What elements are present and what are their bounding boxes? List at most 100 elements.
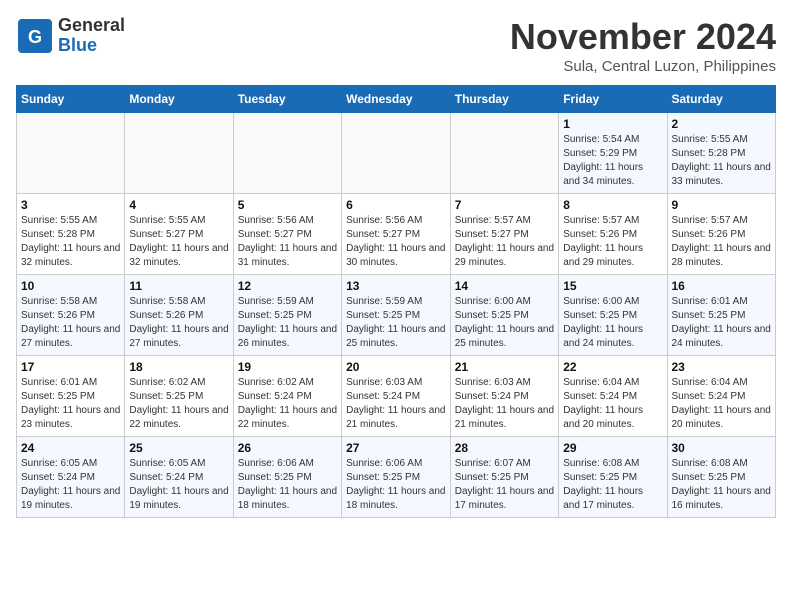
- day-number: 18: [129, 360, 228, 374]
- day-number: 2: [672, 117, 772, 131]
- calendar-cell: 26 Sunrise: 6:06 AM Sunset: 5:25 PM Dayli…: [233, 437, 341, 518]
- day-number: 30: [672, 441, 772, 455]
- logo-text-general: General: [58, 16, 125, 36]
- logo-text-blue: Blue: [58, 36, 125, 56]
- day-info: Sunrise: 6:04 AM Sunset: 5:24 PM Dayligh…: [672, 376, 772, 432]
- logo-icon: G: [16, 17, 54, 55]
- calendar-cell: 10Sunrise: 5:58 AM Sunset: 5:26 PM Dayli…: [17, 275, 125, 356]
- calendar-cell: 30 Sunrise: 6:08 AM Sunset: 5:25 PM Dayli…: [667, 437, 776, 518]
- weekday-header: Monday: [125, 86, 233, 113]
- weekday-header: Saturday: [667, 86, 776, 113]
- calendar-cell: 15 Sunrise: 6:00 AM Sunset: 5:25 PM Dayli…: [559, 275, 667, 356]
- calendar-cell: 6 Sunrise: 5:56 AM Sunset: 5:27 PM Daylig…: [342, 194, 451, 275]
- day-info: Sunrise: 5:59 AM Sunset: 5:25 PM Dayligh…: [238, 295, 337, 351]
- calendar-cell: 22 Sunrise: 6:04 AM Sunset: 5:24 PM Dayli…: [559, 356, 667, 437]
- calendar-cell: 18 Sunrise: 6:02 AM Sunset: 5:25 PM Dayli…: [125, 356, 233, 437]
- day-info: Sunrise: 5:55 AM Sunset: 5:28 PM Dayligh…: [672, 133, 772, 189]
- day-info: Sunrise: 6:00 AM Sunset: 5:25 PM Dayligh…: [563, 295, 662, 351]
- day-info: Sunrise: 6:05 AM Sunset: 5:24 PM Dayligh…: [129, 457, 228, 513]
- day-number: 13: [346, 279, 446, 293]
- location-subtitle: Sula, Central Luzon, Philippines: [510, 58, 776, 75]
- day-info: Sunrise: 6:03 AM Sunset: 5:24 PM Dayligh…: [455, 376, 554, 432]
- day-number: 16: [672, 279, 772, 293]
- day-number: 17: [21, 360, 120, 374]
- day-info: Sunrise: 6:06 AM Sunset: 5:25 PM Dayligh…: [346, 457, 446, 513]
- calendar-cell: 2 Sunrise: 5:55 AM Sunset: 5:28 PM Daylig…: [667, 113, 776, 194]
- weekday-header: Tuesday: [233, 86, 341, 113]
- weekday-header: Thursday: [450, 86, 558, 113]
- day-info: Sunrise: 6:01 AM Sunset: 5:25 PM Dayligh…: [21, 376, 120, 432]
- calendar-cell: 29Sunrise: 6:08 AM Sunset: 5:25 PM Dayli…: [559, 437, 667, 518]
- day-number: 4: [129, 198, 228, 212]
- day-info: Sunrise: 5:57 AM Sunset: 5:26 PM Dayligh…: [672, 214, 772, 270]
- day-number: 10: [21, 279, 120, 293]
- calendar-cell: 14 Sunrise: 6:00 AM Sunset: 5:25 PM Dayli…: [450, 275, 558, 356]
- day-info: Sunrise: 6:03 AM Sunset: 5:24 PM Dayligh…: [346, 376, 446, 432]
- calendar-cell: 25 Sunrise: 6:05 AM Sunset: 5:24 PM Dayli…: [125, 437, 233, 518]
- day-info: Sunrise: 5:58 AM Sunset: 5:26 PM Dayligh…: [129, 295, 228, 351]
- day-number: 14: [455, 279, 554, 293]
- calendar-cell: [125, 113, 233, 194]
- weekday-header: Wednesday: [342, 86, 451, 113]
- day-info: Sunrise: 5:57 AM Sunset: 5:26 PM Dayligh…: [563, 214, 662, 270]
- day-info: Sunrise: 5:56 AM Sunset: 5:27 PM Dayligh…: [346, 214, 446, 270]
- calendar-cell: 1 Sunrise: 5:54 AM Sunset: 5:29 PM Daylig…: [559, 113, 667, 194]
- calendar-cell: [342, 113, 451, 194]
- day-info: Sunrise: 6:06 AM Sunset: 5:25 PM Dayligh…: [238, 457, 337, 513]
- day-info: Sunrise: 5:56 AM Sunset: 5:27 PM Dayligh…: [238, 214, 337, 270]
- day-number: 5: [238, 198, 337, 212]
- day-number: 25: [129, 441, 228, 455]
- calendar-cell: 16 Sunrise: 6:01 AM Sunset: 5:25 PM Dayli…: [667, 275, 776, 356]
- day-number: 24: [21, 441, 120, 455]
- page-header: G General Blue November 2024 Sula, Centr…: [16, 16, 776, 75]
- day-info: Sunrise: 5:54 AM Sunset: 5:29 PM Dayligh…: [563, 133, 662, 189]
- day-number: 9: [672, 198, 772, 212]
- calendar-cell: 12 Sunrise: 5:59 AM Sunset: 5:25 PM Dayli…: [233, 275, 341, 356]
- calendar-cell: 13 Sunrise: 5:59 AM Sunset: 5:25 PM Dayli…: [342, 275, 451, 356]
- day-number: 7: [455, 198, 554, 212]
- day-number: 27: [346, 441, 446, 455]
- day-number: 20: [346, 360, 446, 374]
- day-info: Sunrise: 6:04 AM Sunset: 5:24 PM Dayligh…: [563, 376, 662, 432]
- day-number: 19: [238, 360, 337, 374]
- calendar-cell: 7 Sunrise: 5:57 AM Sunset: 5:27 PM Daylig…: [450, 194, 558, 275]
- logo: G General Blue: [16, 16, 125, 56]
- calendar-cell: 28 Sunrise: 6:07 AM Sunset: 5:25 PM Dayli…: [450, 437, 558, 518]
- day-info: Sunrise: 6:08 AM Sunset: 5:25 PM Dayligh…: [563, 457, 662, 513]
- day-info: Sunrise: 5:57 AM Sunset: 5:27 PM Dayligh…: [455, 214, 554, 270]
- calendar-cell: 20 Sunrise: 6:03 AM Sunset: 5:24 PM Dayli…: [342, 356, 451, 437]
- calendar-cell: 17 Sunrise: 6:01 AM Sunset: 5:25 PM Dayli…: [17, 356, 125, 437]
- day-info: Sunrise: 5:55 AM Sunset: 5:28 PM Dayligh…: [21, 214, 120, 270]
- day-info: Sunrise: 5:59 AM Sunset: 5:25 PM Dayligh…: [346, 295, 446, 351]
- day-number: 26: [238, 441, 337, 455]
- day-info: Sunrise: 6:02 AM Sunset: 5:24 PM Dayligh…: [238, 376, 337, 432]
- day-info: Sunrise: 6:02 AM Sunset: 5:25 PM Dayligh…: [129, 376, 228, 432]
- calendar-cell: 5 Sunrise: 5:56 AM Sunset: 5:27 PM Daylig…: [233, 194, 341, 275]
- day-number: 15: [563, 279, 662, 293]
- day-number: 6: [346, 198, 446, 212]
- calendar-cell: 24 Sunrise: 6:05 AM Sunset: 5:24 PM Dayli…: [17, 437, 125, 518]
- day-number: 11: [129, 279, 228, 293]
- calendar-cell: [450, 113, 558, 194]
- month-title: November 2024: [510, 16, 776, 58]
- calendar-table: SundayMondayTuesdayWednesdayThursdayFrid…: [16, 85, 776, 518]
- day-number: 8: [563, 198, 662, 212]
- day-info: Sunrise: 6:08 AM Sunset: 5:25 PM Dayligh…: [672, 457, 772, 513]
- title-area: November 2024 Sula, Central Luzon, Phili…: [510, 16, 776, 75]
- day-number: 28: [455, 441, 554, 455]
- calendar-cell: 3Sunrise: 5:55 AM Sunset: 5:28 PM Daylig…: [17, 194, 125, 275]
- day-info: Sunrise: 6:00 AM Sunset: 5:25 PM Dayligh…: [455, 295, 554, 351]
- day-number: 22: [563, 360, 662, 374]
- calendar-cell: 23 Sunrise: 6:04 AM Sunset: 5:24 PM Dayli…: [667, 356, 776, 437]
- weekday-header: Friday: [559, 86, 667, 113]
- calendar-cell: 27 Sunrise: 6:06 AM Sunset: 5:25 PM Dayli…: [342, 437, 451, 518]
- day-info: Sunrise: 6:07 AM Sunset: 5:25 PM Dayligh…: [455, 457, 554, 513]
- day-number: 12: [238, 279, 337, 293]
- day-info: Sunrise: 6:01 AM Sunset: 5:25 PM Dayligh…: [672, 295, 772, 351]
- calendar-cell: 19 Sunrise: 6:02 AM Sunset: 5:24 PM Dayli…: [233, 356, 341, 437]
- calendar-cell: 21Sunrise: 6:03 AM Sunset: 5:24 PM Dayli…: [450, 356, 558, 437]
- day-number: 23: [672, 360, 772, 374]
- day-info: Sunrise: 6:05 AM Sunset: 5:24 PM Dayligh…: [21, 457, 120, 513]
- calendar-cell: 11 Sunrise: 5:58 AM Sunset: 5:26 PM Dayli…: [125, 275, 233, 356]
- day-number: 1: [563, 117, 662, 131]
